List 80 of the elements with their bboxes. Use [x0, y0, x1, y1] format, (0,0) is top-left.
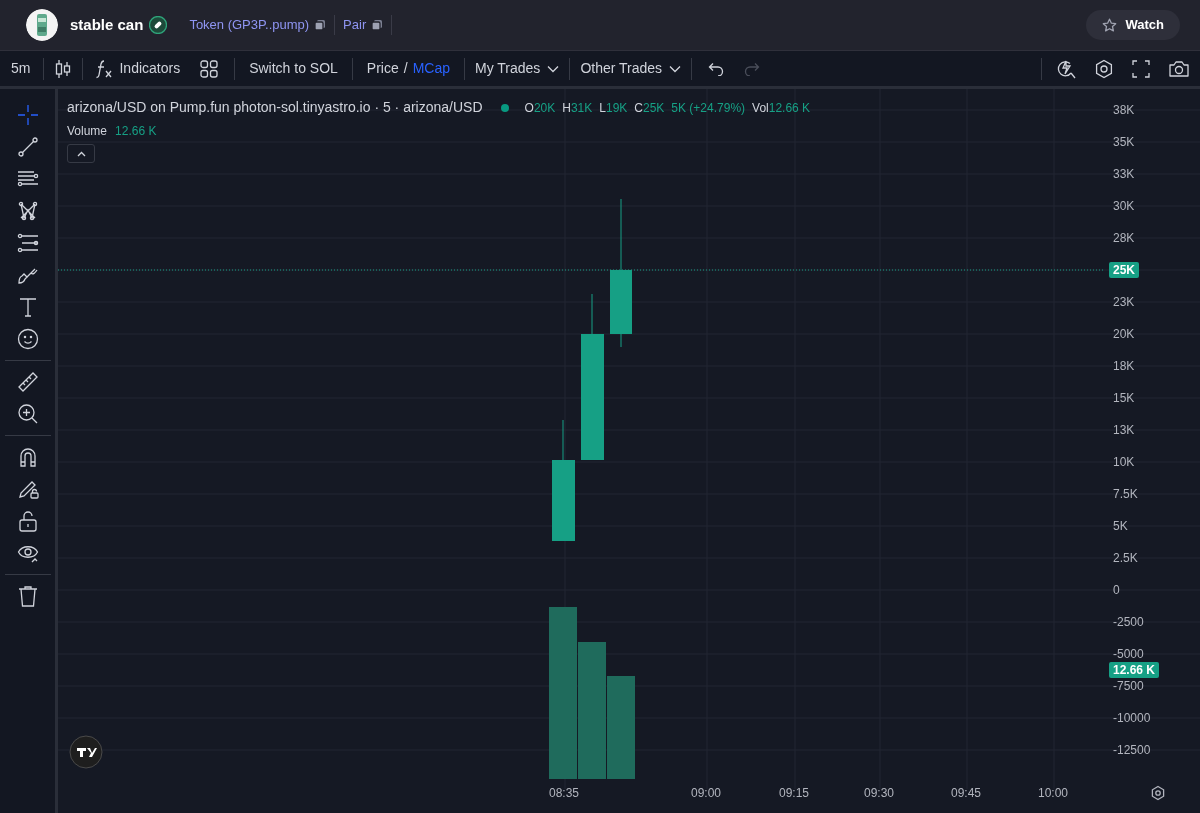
ohlc-value: 25K: [643, 99, 665, 117]
time-axis-label: 09:45: [951, 787, 982, 799]
layout-icon[interactable]: [200, 59, 219, 78]
price-axis-label: 18K: [1113, 360, 1135, 372]
indicators-button[interactable]: Indicators: [89, 53, 187, 84]
trendline-icon: [16, 136, 39, 158]
collapse-legend-button[interactable]: [67, 144, 95, 163]
price-axis-label: 35K: [1113, 136, 1135, 148]
star-icon: [1102, 17, 1118, 33]
chevron-down-icon: [547, 64, 560, 73]
time-axis-label: 09:15: [779, 787, 810, 799]
ohlc-value: 19K: [605, 99, 628, 117]
volume-badge: 12.66 K: [1109, 662, 1160, 678]
price-axis-label: 0: [1113, 584, 1120, 596]
ohlc-label: L: [599, 99, 606, 117]
time-axis-label: 09:30: [864, 787, 895, 799]
time-axis-label: 09:00: [691, 787, 722, 799]
pair-link[interactable]: Pair: [343, 15, 384, 35]
settings-icon[interactable]: [1094, 58, 1114, 79]
price-axis-label: 20K: [1113, 328, 1135, 340]
separator-text: /: [403, 59, 408, 78]
crosshair-icon: [16, 104, 39, 126]
price-mode-toggle[interactable]: Price: [366, 58, 399, 79]
volume-label: Vol: [752, 99, 769, 117]
price-axis-label: -12500: [1113, 744, 1151, 756]
ohlc-value: 31K: [570, 99, 593, 117]
price-mode-toggle[interactable]: MCap: [412, 58, 450, 79]
price-axis-label: -7500: [1113, 680, 1144, 692]
time-axis-label: 08:35: [549, 787, 580, 799]
other-trades-dropdown[interactable]: Other Trades: [576, 53, 686, 84]
chevron-down-icon: [669, 64, 682, 73]
volume-value: 12.66 K: [115, 123, 157, 140]
price-axis-label: 30K: [1113, 200, 1135, 212]
price-axis-label: 10K: [1113, 456, 1135, 468]
price-axis-label: 13K: [1113, 424, 1135, 436]
price-axis-label: -2500: [1113, 616, 1144, 628]
padlock-icon: [16, 510, 39, 532]
price-axis-label: 15K: [1113, 392, 1135, 404]
price-axis-label: 7.5K: [1113, 488, 1138, 500]
token-link[interactable]: Token (GP3P..pump): [189, 15, 327, 35]
price-axis-label: 5K: [1113, 520, 1128, 532]
price-change: 5K (+24.79%): [671, 99, 746, 117]
copy-icon: [314, 19, 327, 31]
trash-icon: [16, 585, 39, 607]
pill-icon: [149, 16, 168, 34]
camera-icon[interactable]: [1168, 59, 1190, 78]
function-icon: [95, 58, 114, 79]
smiley-icon: [16, 328, 39, 350]
copy-icon: [371, 19, 384, 31]
fib-lines-icon: [16, 232, 39, 254]
chart-title: arizona/USD on Pump.fun photon-sol.tinyastro.io · 5 · arizona/USD: [67, 98, 483, 117]
interval-button[interactable]: 5m: [4, 53, 38, 84]
ohlc-label: C: [634, 99, 643, 117]
watch-button[interactable]: Watch: [1086, 10, 1180, 40]
zoom-in-icon: [16, 403, 39, 425]
price-axis-label: 33K: [1113, 168, 1135, 180]
fullscreen-icon[interactable]: [1132, 59, 1150, 78]
volume-value: 12.66 K: [768, 99, 811, 117]
chevron-up-icon: [76, 150, 86, 157]
price-axis-label: 38K: [1113, 104, 1135, 116]
ohlc-label: H: [562, 99, 571, 117]
ohlc-value: 20K: [533, 99, 556, 117]
time-axis-label: 10:00: [1038, 787, 1069, 799]
ruler-icon: [16, 371, 39, 393]
price-axis-label: -5000: [1113, 648, 1144, 660]
price-axis-label: 23K: [1113, 296, 1135, 308]
last-price-badge: 25K: [1109, 262, 1139, 278]
my-trades-dropdown[interactable]: My Trades: [471, 53, 564, 84]
switch-currency-button[interactable]: Switch to SOL: [241, 53, 346, 84]
settings-icon[interactable]: [1150, 785, 1166, 801]
pattern-icon: [16, 200, 39, 222]
ohlc-label: O: [524, 99, 534, 117]
volume-label: Volume: [67, 123, 108, 140]
undo-icon[interactable]: [708, 61, 725, 76]
candles-icon[interactable]: [54, 58, 73, 79]
logo-icon: [69, 735, 103, 769]
price-axis-label: -10000: [1113, 712, 1151, 724]
price-axis-label: 28K: [1113, 232, 1135, 244]
price-axis-label: 2.5K: [1113, 552, 1138, 564]
token-name: stable can: [70, 14, 144, 35]
